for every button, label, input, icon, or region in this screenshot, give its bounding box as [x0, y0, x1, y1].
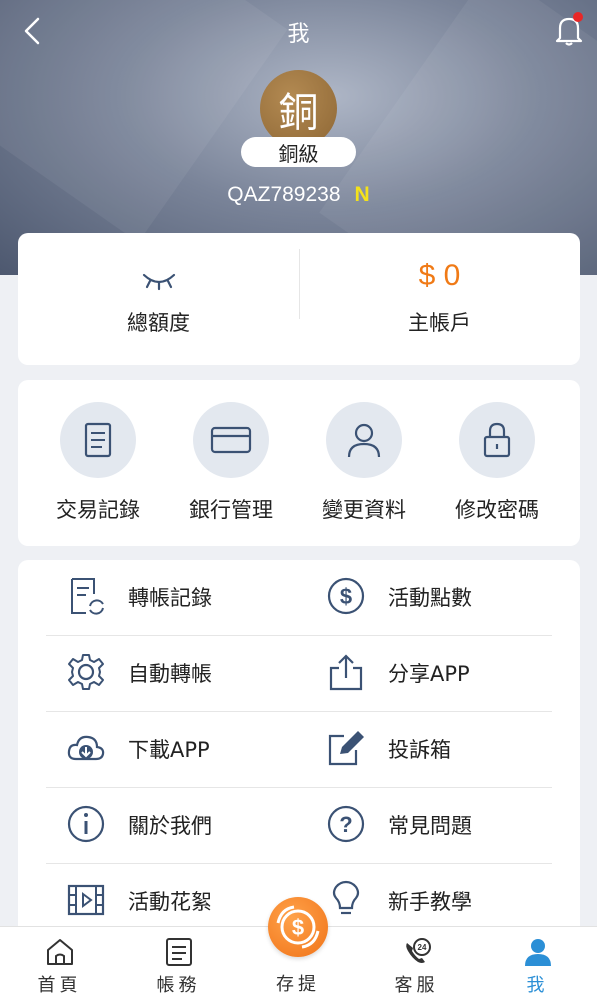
quick-action-label: 銀行管理	[189, 498, 273, 522]
svg-text:24: 24	[418, 943, 427, 952]
svg-text:$: $	[292, 915, 304, 940]
balance-card: 總額度 $ 0 主帳戶	[18, 233, 580, 365]
menu-item-label: 轉帳記錄	[128, 586, 212, 610]
menu-item-label: 活動花絮	[128, 890, 212, 914]
tab-label: 客服	[394, 975, 439, 996]
quick-actions-card: 交易記錄 銀行管理 變更資料 修改密碼	[18, 380, 580, 546]
menu-item-label: 投訴箱	[388, 738, 451, 762]
tab-me[interactable]: 我	[478, 927, 597, 1000]
lightbulb-icon	[332, 880, 360, 915]
quick-action-label: 交易記錄	[56, 498, 140, 522]
page-title: 我	[287, 22, 310, 47]
menu-item-complaint-box[interactable]: 投訴箱	[326, 712, 586, 788]
user-id-line: QAZ789238 N	[0, 183, 597, 207]
menu-item-label: 自動轉帳	[128, 662, 212, 686]
quick-action-transaction-record[interactable]: 交易記錄	[32, 380, 164, 546]
document-icon	[84, 422, 112, 458]
notification-button[interactable]	[551, 12, 587, 48]
member-medal: 銅	[260, 70, 337, 147]
member-level-badge: 銅級	[241, 137, 356, 167]
quick-action-icon-bg	[459, 402, 535, 478]
tab-support[interactable]: 24 客服	[357, 927, 476, 1000]
user-icon	[525, 939, 551, 966]
tab-deposit-withdraw[interactable]: $	[268, 897, 328, 957]
tab-label: 我	[526, 975, 549, 996]
deposit-icon: $	[276, 905, 320, 949]
menu-item-label: 分享APP	[388, 662, 470, 686]
home-icon	[47, 939, 73, 965]
quick-action-change-password[interactable]: 修改密碼	[431, 380, 563, 546]
medal-char: 銅	[278, 89, 319, 136]
menu-item-label: 關於我們	[128, 814, 212, 838]
tab-home[interactable]: 首頁	[0, 927, 119, 1000]
edit-icon	[328, 731, 364, 766]
quick-action-label: 變更資料	[322, 498, 406, 522]
svg-text:$: $	[340, 584, 352, 609]
tab-label: 首頁	[37, 975, 82, 996]
total-balance[interactable]: 總額度	[18, 233, 299, 365]
quick-action-change-profile[interactable]: 變更資料	[298, 380, 430, 546]
transfer-record-icon	[71, 578, 104, 615]
menu-item-activity-points[interactable]: $ 活動點數	[326, 560, 586, 636]
menu-item-label: 常見問題	[388, 814, 472, 838]
quick-action-icon-bg	[193, 402, 269, 478]
film-icon	[67, 884, 105, 916]
main-account[interactable]: $ 0 主帳戶	[299, 233, 580, 365]
user-icon	[347, 423, 381, 458]
tab-label: 帳務	[156, 975, 201, 996]
support-24-icon: 24	[406, 938, 431, 963]
menu-item-auto-transfer[interactable]: 自動轉帳	[66, 636, 326, 712]
user-badge: N	[354, 183, 370, 206]
notification-dot	[573, 12, 583, 22]
tab-label: 存提	[276, 974, 320, 995]
ledger-icon	[166, 938, 192, 966]
tab-accounts[interactable]: 帳務	[119, 927, 238, 1000]
total-balance-label: 總額度	[127, 311, 190, 335]
share-icon	[329, 654, 363, 691]
user-id: QAZ789238	[227, 183, 341, 206]
cloud-download-icon	[67, 735, 105, 761]
dollar-circle-icon: $	[327, 577, 365, 615]
main-account-amount: $ 0	[418, 259, 461, 292]
eye-closed-icon[interactable]	[140, 269, 178, 293]
quick-action-icon-bg	[60, 402, 136, 478]
menu-item-label: 活動點數	[388, 586, 472, 610]
lock-icon	[483, 422, 511, 458]
menu-item-download-app[interactable]: 下載APP	[66, 712, 326, 788]
question-icon: ?	[327, 805, 365, 843]
menu-card: 轉帳記錄 $ 活動點數 自動轉帳 分享APP 下載APP 投訴箱 關於我們 ? …	[18, 560, 580, 940]
menu-item-transfer-record[interactable]: 轉帳記錄	[66, 560, 326, 636]
info-icon	[67, 805, 105, 843]
menu-item-faq[interactable]: ? 常見問題	[326, 788, 586, 864]
gear-icon	[68, 654, 104, 690]
menu-item-share-app[interactable]: 分享APP	[326, 636, 586, 712]
quick-action-icon-bg	[326, 402, 402, 478]
main-account-label: 主帳戶	[408, 311, 471, 335]
credit-card-icon	[210, 426, 252, 454]
quick-action-bank-management[interactable]: 銀行管理	[165, 380, 297, 546]
menu-item-label: 下載APP	[128, 738, 210, 762]
menu-item-label: 新手教學	[388, 890, 472, 914]
svg-text:?: ?	[339, 812, 352, 837]
quick-action-label: 修改密碼	[455, 498, 539, 522]
menu-item-about-us[interactable]: 關於我們	[66, 788, 326, 864]
